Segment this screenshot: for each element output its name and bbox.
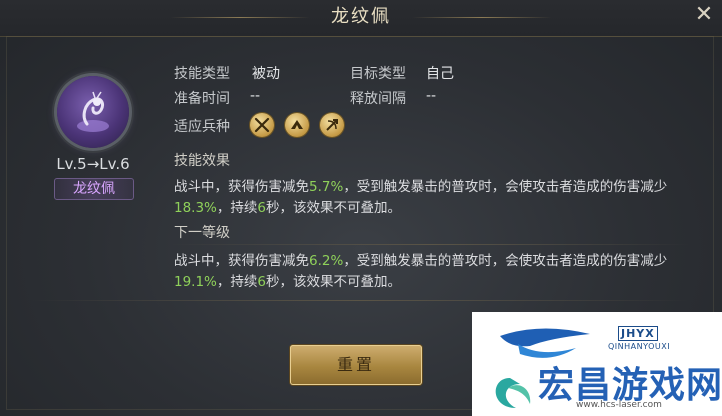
next-text-2: ，受到触发暴击的普攻时，会使攻击者造成的伤害减少: [343, 253, 668, 269]
effect-value-reduction: 5.7%: [309, 179, 344, 195]
skill-detail-dialog: 龙纹佩 ✕ Lv.5→Lv.6 龙纹佩 技能类型 被动 目标类型 自己 准备时间…: [0, 0, 722, 416]
bottom-divider: [30, 300, 690, 301]
effect-text-3: ，持续: [216, 200, 258, 216]
next-value-reduction: 6.2%: [309, 253, 344, 269]
crossed-swords-icon: [250, 113, 274, 137]
section-divider: [170, 244, 690, 245]
effect-value-damage: 18.3%: [174, 200, 217, 216]
skill-type-label: 技能类型: [174, 66, 230, 82]
release-interval-label: 释放间隔: [350, 91, 406, 107]
dragon-pendant-icon: [57, 76, 129, 148]
target-type-label: 目标类型: [350, 66, 406, 82]
close-icon[interactable]: ✕: [692, 2, 716, 28]
skill-effect-description: 战斗中，获得伤害减免5.7%，受到触发暴击的普攻时，会使攻击者造成的伤害减少 18…: [174, 177, 694, 219]
level-progress: Lv.5→Lv.6: [56, 155, 130, 173]
next-text-3: ，持续: [216, 274, 258, 290]
next-level-description: 战斗中，获得伤害减免6.2%，受到触发暴击的普攻时，会使攻击者造成的伤害减少 19…: [174, 251, 694, 293]
watermark-pinyin: QINHANYOUXI: [608, 342, 671, 351]
archer-icon: [320, 113, 344, 137]
effect-value-duration: 6: [257, 200, 266, 216]
watermark-url: www.hcs-laser.com: [576, 400, 662, 410]
effect-text-1: 战斗中，获得伤害减免: [174, 179, 309, 195]
watermark: JHYX QINHANYOUXI 宏昌游戏网 www.hcs-laser.com: [472, 312, 722, 416]
next-level-title: 下一等级: [174, 225, 230, 241]
effect-text-2: ，受到触发暴击的普攻时，会使攻击者造成的伤害减少: [343, 179, 668, 195]
item-name-badge: 龙纹佩: [54, 178, 134, 200]
target-type-value: 自己: [426, 66, 454, 82]
unit-types-label: 适应兵种: [174, 119, 230, 135]
watermark-code: JHYX: [618, 326, 658, 341]
next-text-1: 战斗中，获得伤害减免: [174, 253, 309, 269]
next-value-damage: 19.1%: [174, 274, 217, 290]
prep-time-value: --: [250, 88, 261, 104]
reset-button[interactable]: 重置: [290, 345, 422, 385]
effect-text-4: 秒，该效果不可叠加。: [265, 200, 401, 216]
prep-time-label: 准备时间: [174, 91, 230, 107]
cavalry-icon: [285, 113, 309, 137]
next-value-duration: 6: [257, 274, 266, 290]
skill-effect-title: 技能效果: [174, 153, 230, 169]
dialog-title: 龙纹佩: [331, 6, 391, 27]
next-text-4: 秒，该效果不可叠加。: [265, 274, 401, 290]
release-interval-value: --: [426, 88, 437, 104]
skill-type-value: 被动: [252, 66, 280, 82]
